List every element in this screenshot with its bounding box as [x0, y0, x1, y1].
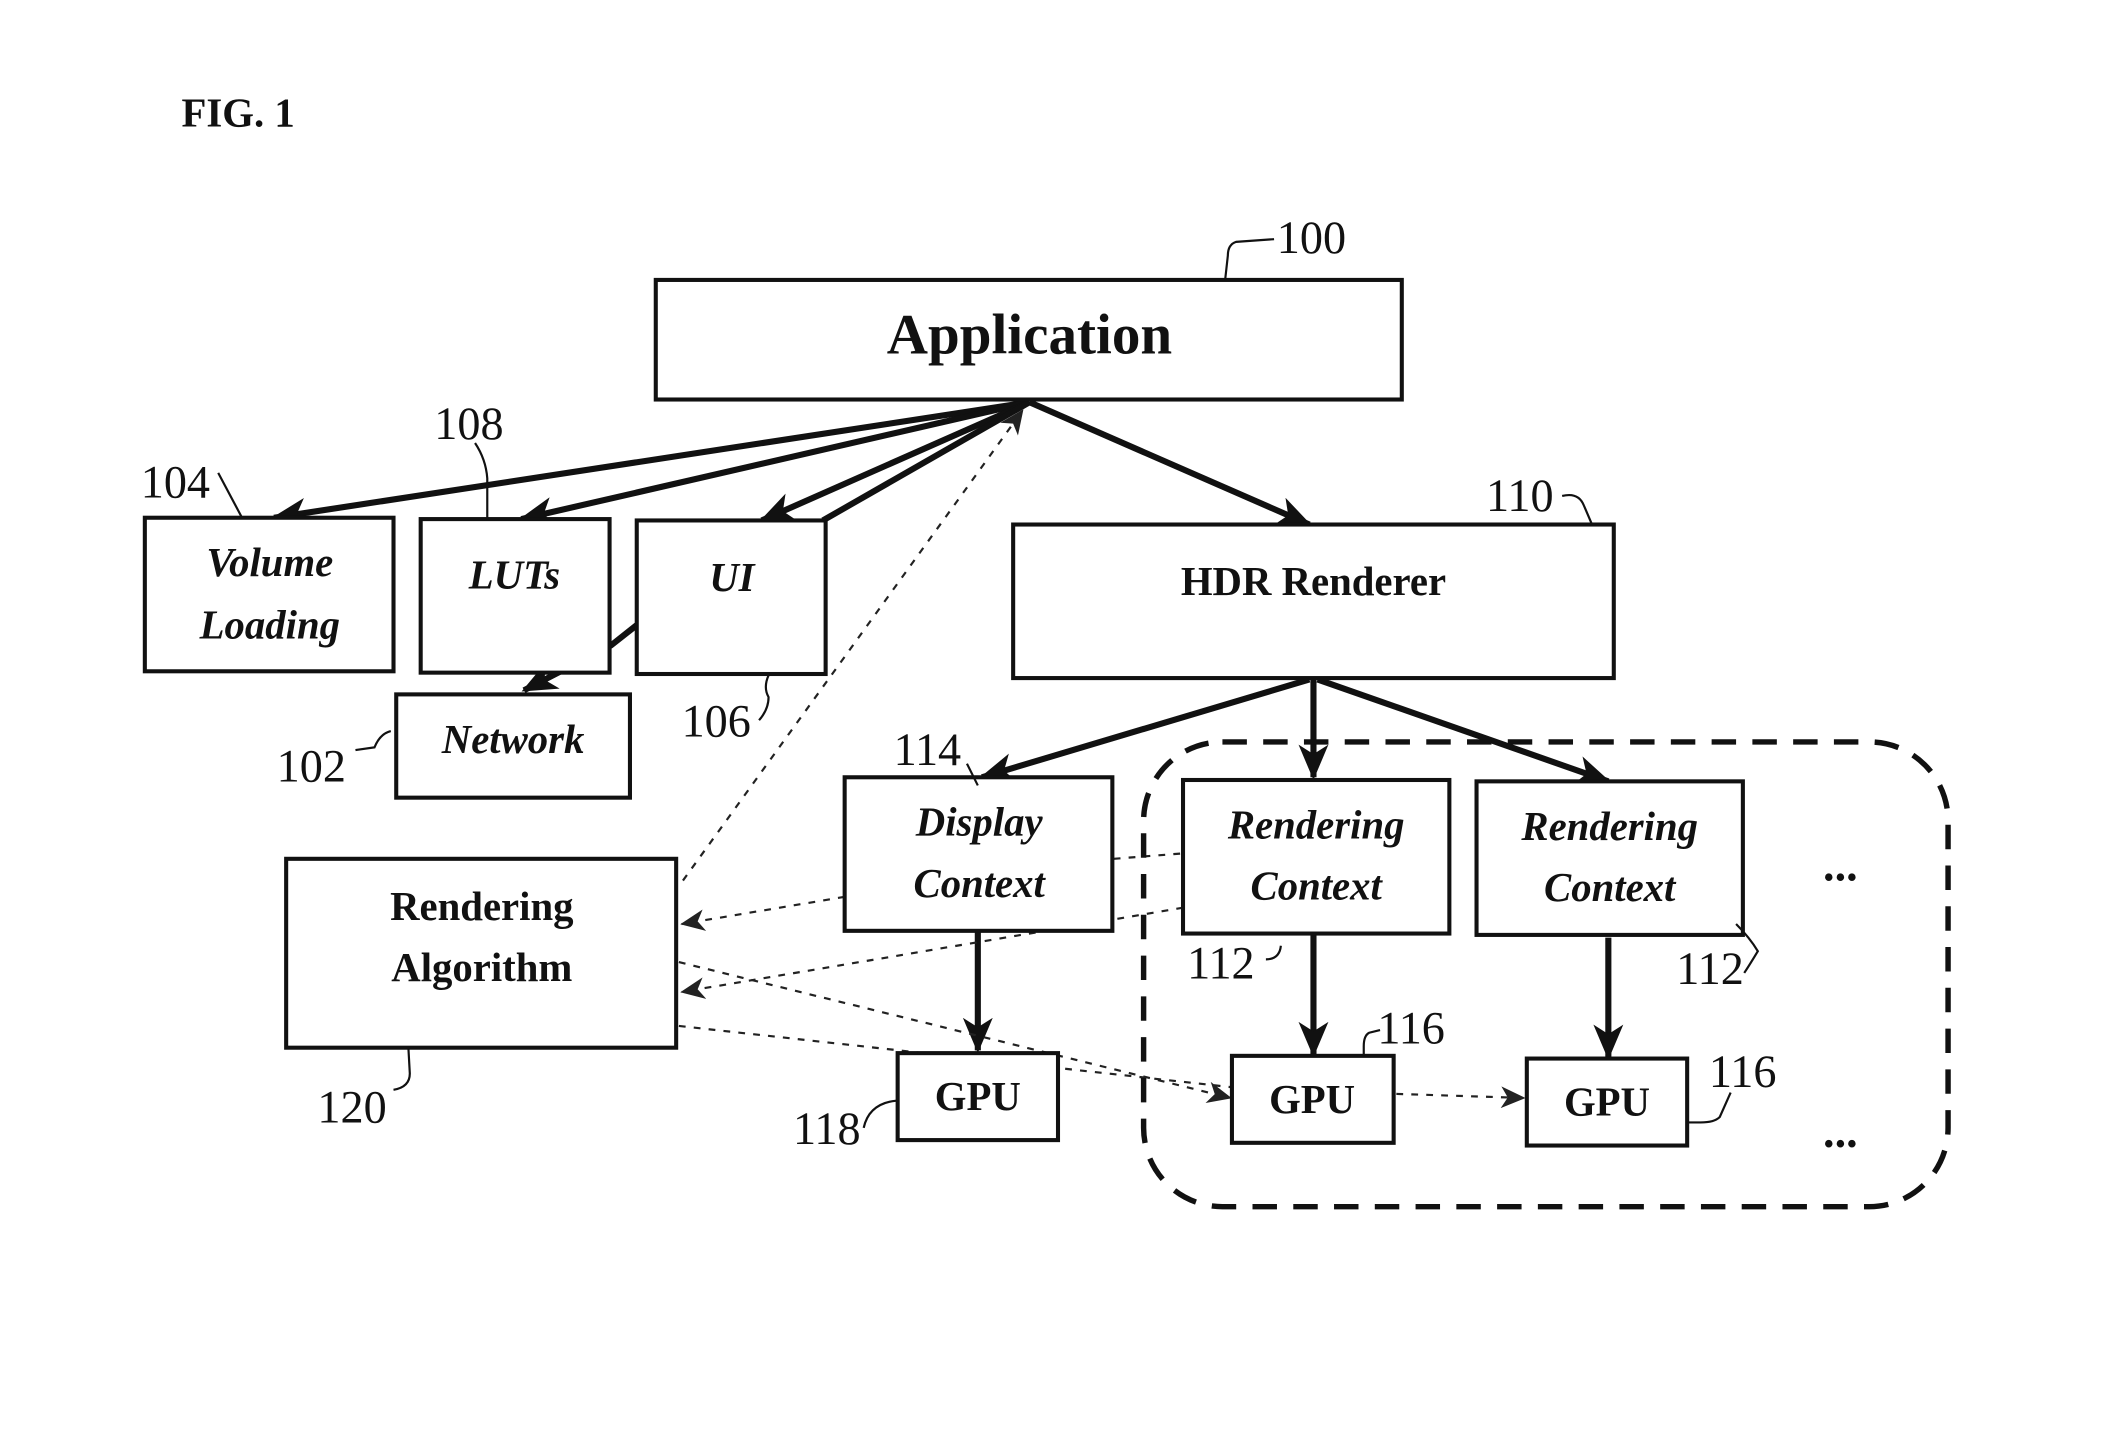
network-label: Network: [441, 717, 585, 762]
ui-label: UI: [709, 555, 756, 600]
ref-luts: 108: [434, 398, 503, 449]
node-luts: LUTs: [418, 517, 612, 675]
display-context-label-line1: Display: [915, 800, 1044, 845]
rendering-context-2-label-line1: Rendering: [1520, 804, 1698, 849]
edge-application-volume-loading: [271, 399, 1030, 528]
node-display-context: Display Context: [842, 775, 1115, 933]
ref-rendering-context-1: 112: [1187, 937, 1255, 988]
leader-rendering-algorithm: [393, 1048, 411, 1091]
gpu-2-label: GPU: [1564, 1080, 1650, 1125]
rendering-context-1-label-line2: Context: [1251, 864, 1384, 909]
edges-dashed: [678, 409, 1526, 1109]
node-network: Network: [394, 692, 632, 800]
ellipsis-gpus: ...: [1823, 1106, 1858, 1157]
ref-rendering-context-2: 112: [1676, 943, 1744, 994]
leader-hdr-renderer: [1561, 493, 1594, 525]
ellipsis-contexts: ...: [1823, 840, 1858, 891]
node-application: Application: [653, 277, 1404, 402]
ref-application: 100: [1277, 212, 1346, 263]
luts-label: LUTs: [468, 552, 560, 597]
rendering-algorithm-label-line1: Rendering: [390, 884, 573, 929]
node-volume-loading: Volume Loading: [142, 515, 396, 674]
ref-network: 102: [277, 740, 346, 791]
volume-loading-label-line1: Volume: [206, 540, 333, 585]
rendering-context-2-label-line2: Context: [1544, 865, 1677, 910]
gpu-1-label: GPU: [1269, 1077, 1355, 1122]
figure-title: FIG. 1: [182, 90, 295, 135]
edge-display-context-rendering-algorithm: [680, 895, 845, 931]
diagram-canvas: FIG. 1 Application Volume Loading LUTs U…: [141, 90, 1951, 1210]
ref-rendering-algorithm: 120: [317, 1081, 386, 1132]
rendering-algorithm-label-line2: Algorithm: [391, 945, 572, 990]
node-ui: UI: [634, 518, 828, 677]
node-gpu-display: GPU: [895, 1051, 1061, 1143]
node-gpu-2: GPU: [1524, 1056, 1690, 1148]
leader-rendering-context-1: [1265, 945, 1282, 961]
edge-hdr-rendering-context-2: [1316, 676, 1611, 785]
node-rendering-context-1: Rendering Context: [1180, 777, 1452, 936]
edge-gpu-1-gpu-2: [1396, 1086, 1526, 1109]
hdr-renderer-label: HDR Renderer: [1181, 559, 1446, 604]
ref-gpu-2: 116: [1709, 1046, 1777, 1097]
edge-application-hdr-renderer: [1028, 399, 1312, 528]
gpu-display-label: GPU: [935, 1074, 1021, 1119]
ref-ui: 106: [682, 696, 751, 747]
leader-volume-loading: [217, 472, 243, 517]
leader-application: [1224, 238, 1275, 281]
leader-ui: [758, 674, 770, 721]
leader-gpu-display: [862, 1099, 897, 1129]
edge-hdr-display-context: [979, 676, 1311, 783]
volume-loading-label-line2: Loading: [199, 603, 340, 648]
edge-application-luts: [518, 399, 1031, 527]
ref-hdr-renderer: 110: [1486, 470, 1554, 521]
leader-network: [355, 730, 392, 752]
edge-display-context-right: [1113, 852, 1184, 860]
node-hdr-renderer: HDR Renderer: [1011, 522, 1616, 681]
ref-gpu-display: 118: [793, 1103, 861, 1154]
node-rendering-context-2: Rendering Context: [1474, 779, 1745, 937]
leader-luts: [474, 442, 489, 520]
node-rendering-algorithm: Rendering Algorithm: [284, 856, 679, 1050]
application-label: Application: [887, 303, 1172, 366]
ref-gpu-1: 116: [1377, 1003, 1445, 1054]
ref-volume-loading: 104: [141, 456, 210, 507]
display-context-label-line2: Context: [914, 861, 1047, 906]
node-gpu-1: GPU: [1229, 1053, 1396, 1145]
ref-display-context: 114: [894, 724, 962, 775]
rendering-context-1-label-line1: Rendering: [1227, 802, 1405, 847]
